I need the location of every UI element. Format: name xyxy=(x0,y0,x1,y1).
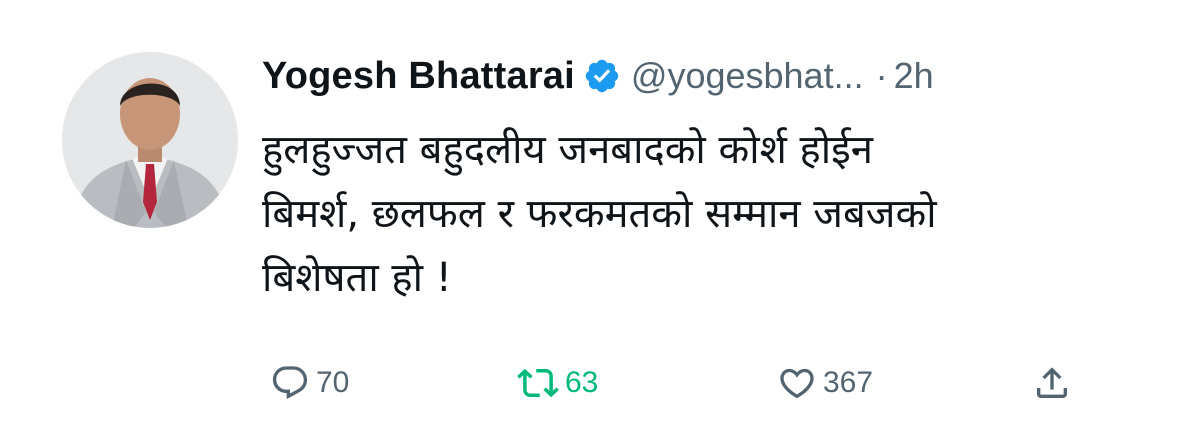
timestamp[interactable]: 2h xyxy=(894,55,934,97)
retweet-icon xyxy=(517,362,559,404)
like-count: 367 xyxy=(823,366,874,399)
tweet-text: हुलहुज्जत बहुदलीय जनबादको कोर्श होईन बिम… xyxy=(262,127,937,301)
user-handle[interactable]: @yogesbhat... xyxy=(631,55,864,97)
separator-dot: · xyxy=(875,55,888,96)
retweet-button[interactable]: 63 xyxy=(517,355,598,411)
action-bar: 70 63 367 xyxy=(262,355,1102,411)
reply-icon xyxy=(270,363,310,403)
reply-button[interactable]: 70 xyxy=(270,355,349,411)
heart-icon xyxy=(777,363,817,403)
avatar[interactable] xyxy=(62,52,238,228)
reply-count: 70 xyxy=(316,366,350,399)
like-button[interactable]: 367 xyxy=(777,355,873,411)
tweet-header: Yogesh Bhattarai @yogesbhat... · 2h xyxy=(262,52,934,100)
share-icon xyxy=(1032,363,1072,403)
tweet-card: Yogesh Bhattarai @yogesbhat... · 2h हुलह… xyxy=(0,0,1200,438)
display-name[interactable]: Yogesh Bhattarai xyxy=(262,55,575,98)
retweet-count: 63 xyxy=(565,366,599,399)
verified-badge-icon xyxy=(583,57,621,95)
share-button[interactable] xyxy=(1032,355,1072,411)
